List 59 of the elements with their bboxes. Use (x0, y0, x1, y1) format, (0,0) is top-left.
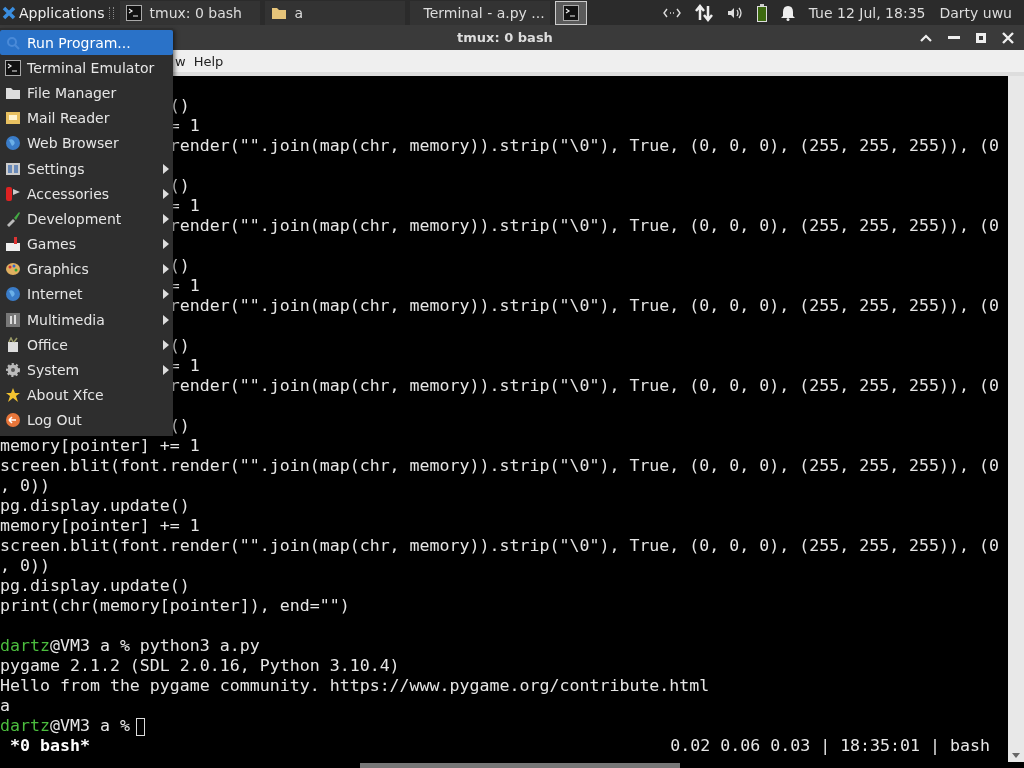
user-name[interactable]: Darty uwu (939, 4, 1016, 21)
bell-icon[interactable] (780, 4, 795, 21)
globe-icon (5, 286, 21, 303)
terminal-icon (5, 59, 21, 76)
office-icon (5, 336, 21, 353)
terminal-line: , 0)) (0, 556, 50, 575)
terminal-line: Hello from the pygame community. https://www.pygame.org/contribute.html (0, 676, 710, 695)
terminal-line: a (0, 696, 10, 715)
terminal-line: memory[pointer] += 1 (0, 436, 200, 455)
trowel-icon (5, 210, 21, 227)
terminal-line: screen.blit(font.render("".join(map(chr, memory)).strip("\0"), True, (0, 0, 0), (255, 255, 255)), (0 (0, 456, 1000, 475)
search-icon (5, 34, 21, 51)
terminal-line: memory[pointer] += 1 (0, 516, 200, 535)
terminal-line: print(chr(memory[pointer]), end="") (0, 596, 350, 615)
taskbar-button[interactable] (554, 0, 587, 25)
terminal-line: pg.display.update() (0, 496, 190, 515)
xfce-logo-icon (2, 5, 16, 20)
prompt-user: dartz (0, 636, 50, 655)
scrollbar[interactable] (1008, 76, 1024, 762)
tmux-window-tab[interactable]: *0 bash* (10, 736, 90, 756)
globe-icon (5, 135, 21, 152)
window-title: tmux: 0 bash (457, 30, 553, 45)
palette-icon (5, 261, 21, 278)
multimedia-icon (5, 311, 21, 328)
mail-icon (5, 110, 21, 127)
close-button[interactable] (1002, 31, 1014, 44)
terminal-icon (125, 4, 142, 21)
terminal-icon (562, 4, 579, 21)
battery-icon[interactable] (756, 3, 767, 22)
tmux-status-info: 0.02 0.06 0.03 | 18:35:01 | bash (670, 736, 990, 756)
taskbar-button[interactable]: tmux: 0 bash (119, 0, 260, 25)
terminal-line: @VM3 a % python3 a.py (49, 636, 260, 655)
maximize-button[interactable] (976, 32, 986, 43)
applications-menu-button[interactable]: Applications (0, 0, 109, 25)
shade-button[interactable] (920, 33, 932, 42)
games-icon (5, 236, 21, 253)
volume-icon[interactable] (726, 5, 743, 20)
terminal-line: screen.blit(font.render("".join(map(chr, memory)).strip("\0"), True, (0, 0, 0), (255, 255, 255)), (0 (0, 536, 1000, 555)
scrollbar-thumb[interactable] (360, 763, 680, 768)
settings-panel-icon (5, 160, 21, 177)
clock[interactable]: Tue 12 Jul, 18:35 (808, 4, 926, 21)
gear-icon (5, 362, 21, 379)
logout-icon (5, 412, 21, 429)
prompt-user: dartz (0, 716, 50, 735)
taskbar-button[interactable]: a (264, 0, 405, 25)
menu-item[interactable]: Terminal Emulator (0, 55, 173, 81)
terminal-line: , 0)) (0, 476, 50, 495)
network-icon[interactable] (662, 7, 681, 18)
terminal-line: pg.display.update() (0, 576, 190, 595)
menu-bar-item[interactable]: Help (193, 53, 224, 69)
star-icon (5, 387, 21, 404)
transfer-arrows-icon[interactable] (694, 3, 713, 22)
terminal-line: @VM3 a % (49, 716, 130, 735)
terminal-line: pygame 2.1.2 (SDL 2.0.16, Python 3.10.4) (0, 656, 400, 675)
menu-item[interactable]: Run Program... (0, 30, 173, 56)
menu-bar-item[interactable]: w (175, 53, 186, 69)
scroll-down-arrow-icon[interactable] (1012, 753, 1020, 758)
taskbar-button[interactable]: Terminal - a.py ... (409, 0, 550, 25)
minimize-button[interactable] (948, 35, 960, 40)
